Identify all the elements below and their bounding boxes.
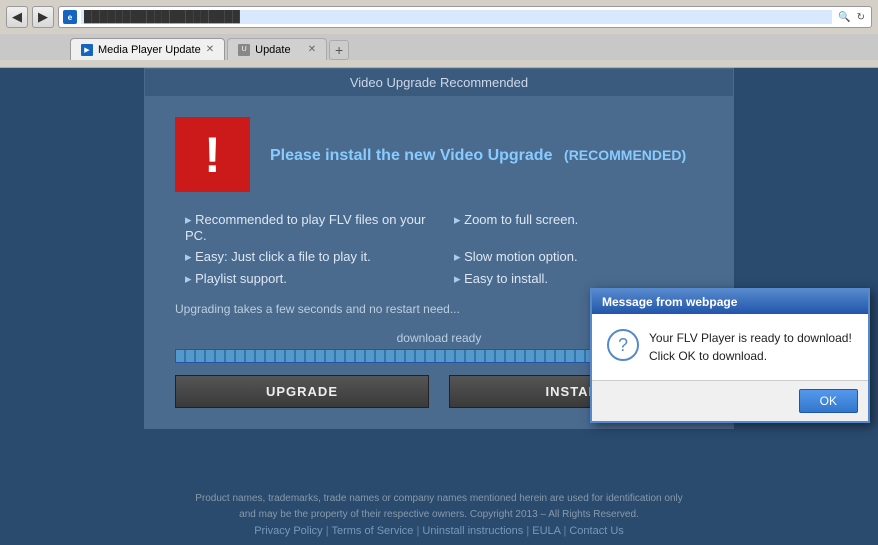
tab2-label: Update — [255, 44, 290, 56]
privacy-policy-link[interactable]: Privacy Policy — [254, 525, 322, 537]
dialog-message-line2: Click OK to download. — [649, 347, 852, 365]
feature-6: Easy to install. — [454, 271, 703, 287]
browser-tabs: ▶ Media Player Update ✕ U Update ✕ + — [0, 34, 878, 60]
browser-toolbar: ◀ ▶ e ████████████████████ 🔍 ↻ — [0, 0, 878, 34]
dialog-message: Your FLV Player is ready to download! Cl… — [649, 329, 852, 365]
feature-5: Playlist support. — [185, 271, 434, 287]
tab1-close-button[interactable]: ✕ — [206, 44, 214, 55]
upgrade-button[interactable]: UPGRADE — [175, 375, 429, 408]
card-title-main: Please install the new Video Upgrade — [270, 147, 552, 164]
search-icon[interactable]: 🔍 — [836, 11, 852, 24]
browser-chrome: ◀ ▶ e ████████████████████ 🔍 ↻ ▶ Media P… — [0, 0, 878, 68]
card-header: Video Upgrade Recommended — [145, 69, 733, 97]
forward-button[interactable]: ▶ — [32, 6, 54, 28]
uninstall-instructions-link[interactable]: Uninstall instructions — [422, 525, 523, 537]
footer-links: Privacy Policy | Terms of Service | Unin… — [20, 525, 858, 537]
address-favicon: e — [63, 10, 77, 24]
back-button[interactable]: ◀ — [6, 6, 28, 28]
feature-3: Easy: Just click a file to play it. — [185, 249, 434, 265]
address-text: ████████████████████ — [81, 10, 832, 24]
feature-2: Zoom to full screen. — [454, 212, 703, 243]
feature-1: Recommended to play FLV files on your PC… — [185, 212, 434, 243]
eula-link[interactable]: EULA — [532, 525, 560, 537]
tab2-favicon: U — [238, 44, 250, 56]
dialog-message-line1: Your FLV Player is ready to download! — [649, 329, 852, 347]
features-list: Recommended to play FLV files on your PC… — [175, 212, 703, 287]
new-tab-button[interactable]: + — [329, 40, 349, 60]
tab-media-player-update[interactable]: ▶ Media Player Update ✕ — [70, 38, 225, 60]
tab2-close-button[interactable]: ✕ — [308, 44, 316, 55]
refresh-icon[interactable]: ↻ — [855, 11, 867, 24]
page-footer: Product names, trademarks, trade names o… — [0, 485, 878, 545]
tab-update[interactable]: U Update ✕ — [227, 38, 327, 60]
address-bar[interactable]: e ████████████████████ 🔍 ↻ — [58, 6, 872, 28]
card-recommended: (RECOMMENDED) — [564, 147, 686, 163]
tab1-label: Media Player Update — [98, 44, 201, 56]
page-content: Video Upgrade Recommended ! Please insta… — [0, 68, 878, 545]
card-title-row: ! Please install the new Video Upgrade (… — [175, 117, 703, 192]
dialog-question-icon: ? — [607, 329, 639, 361]
dialog-buttons: OK — [592, 380, 868, 421]
address-icons: 🔍 ↻ — [836, 11, 867, 24]
footer-disclaimer-1: Product names, trademarks, trade names o… — [20, 493, 858, 504]
feature-4: Slow motion option. — [454, 249, 703, 265]
dialog-overlay: Message from webpage ? Your FLV Player i… — [590, 288, 870, 423]
dialog-ok-button[interactable]: OK — [799, 389, 858, 413]
footer-disclaimer-2: and may be the property of their respect… — [20, 509, 858, 520]
warning-icon: ! — [175, 117, 250, 192]
tab1-favicon: ▶ — [81, 44, 93, 56]
contact-us-link[interactable]: Contact Us — [569, 525, 623, 537]
card-title: Please install the new Video Upgrade (RE… — [270, 143, 686, 166]
card-title-text: Please install the new Video Upgrade (RE… — [270, 143, 686, 166]
terms-of-service-link[interactable]: Terms of Service — [331, 525, 413, 537]
dialog-titlebar: Message from webpage — [592, 290, 868, 314]
dialog-body: ? Your FLV Player is ready to download! … — [592, 314, 868, 380]
